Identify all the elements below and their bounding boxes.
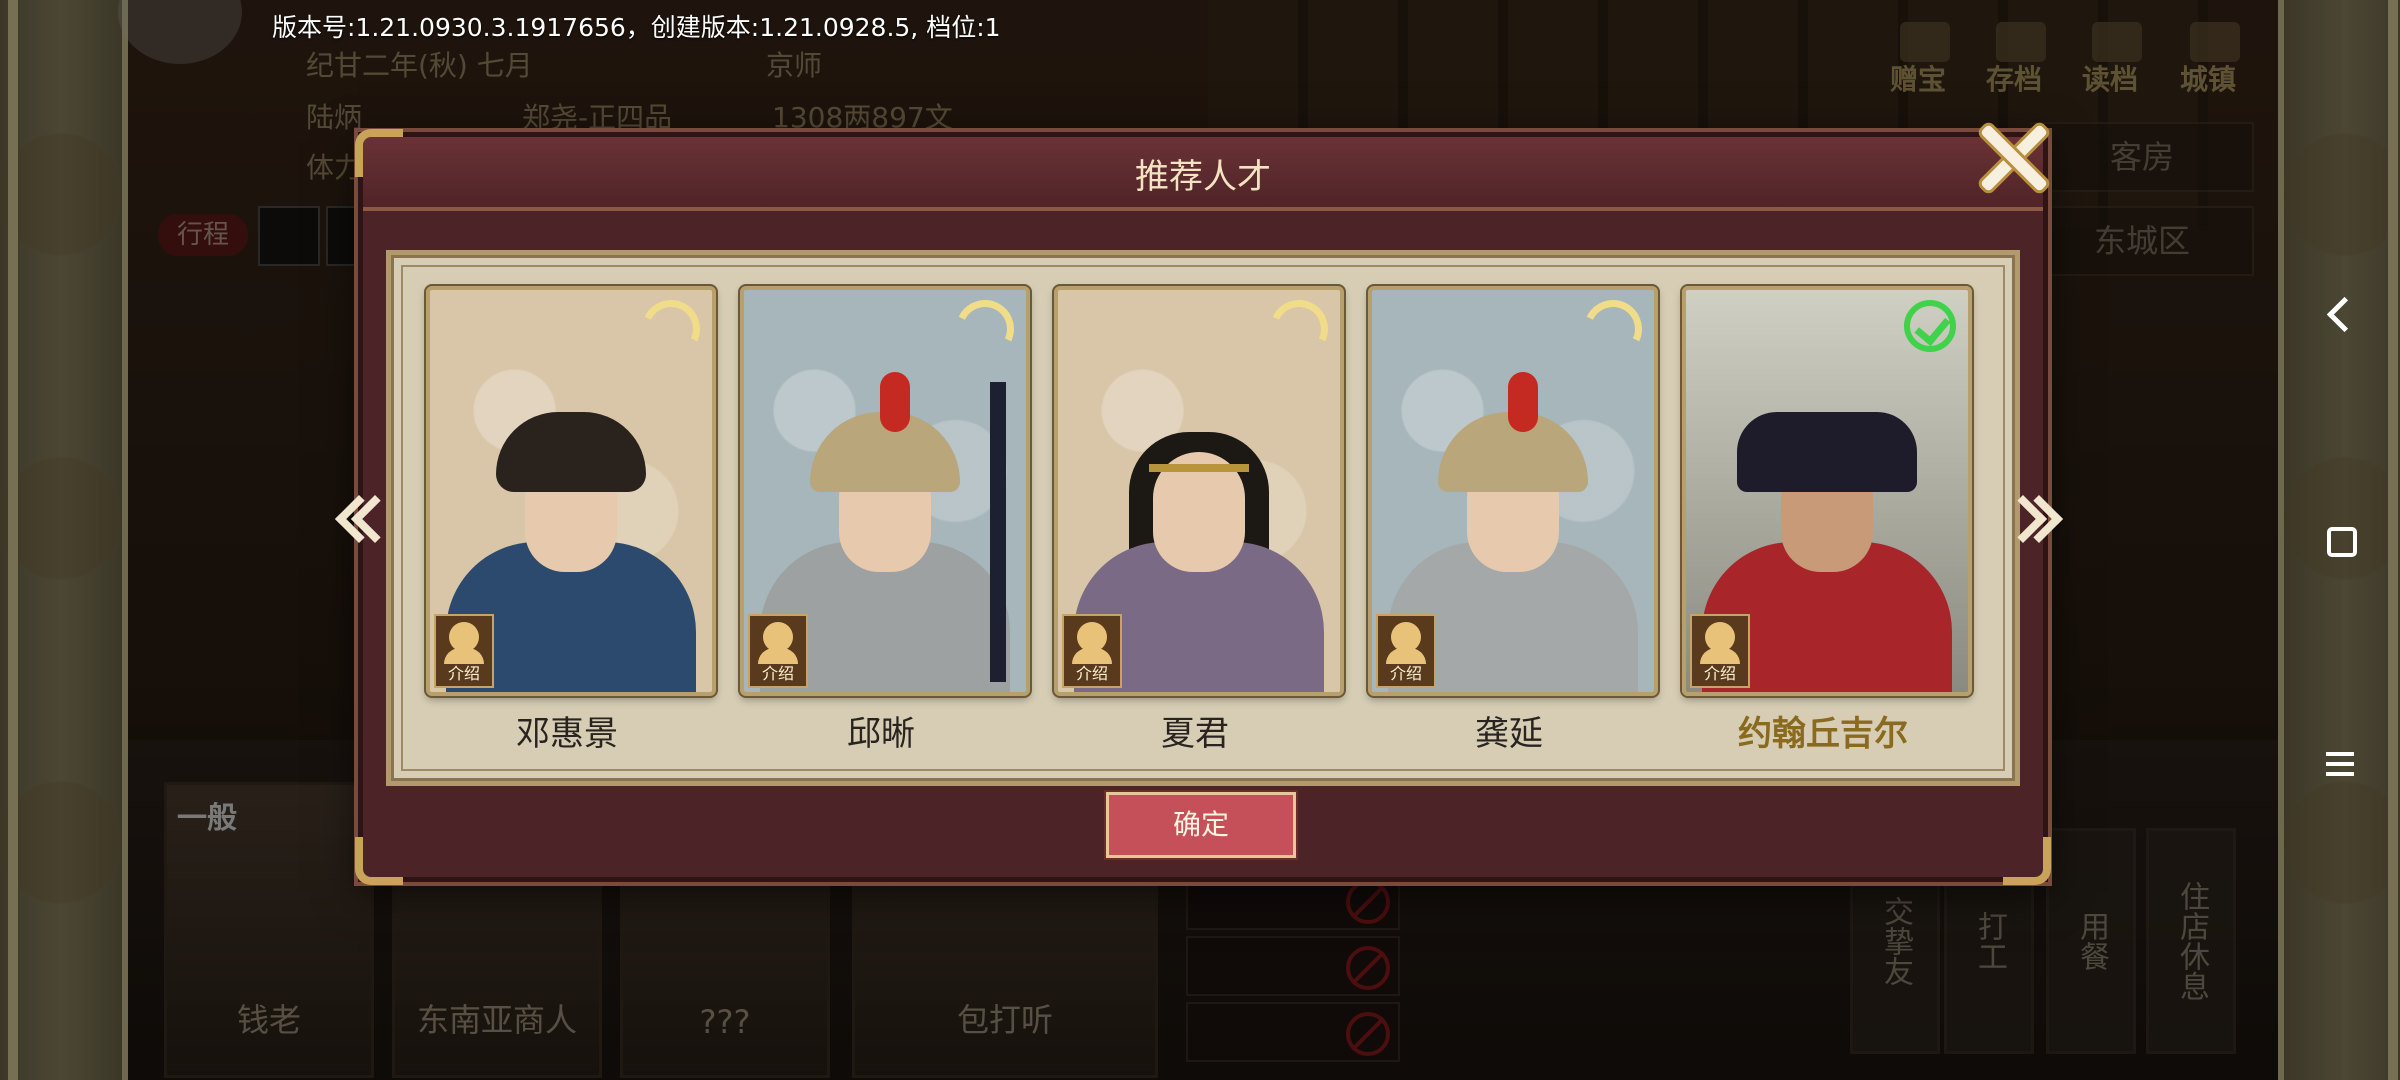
- close-icon[interactable]: [1976, 120, 2052, 196]
- introduce-button[interactable]: 介绍: [1062, 614, 1122, 688]
- dialog-corner-ornament: [355, 837, 403, 885]
- dialog-corner-ornament: [2003, 837, 2051, 885]
- candidate-card[interactable]: 介绍: [1368, 286, 1658, 696]
- back-chevron-icon[interactable]: [2310, 286, 2370, 346]
- candidate-card[interactable]: 介绍: [1054, 286, 1344, 696]
- selected-check-icon: [1904, 300, 1956, 352]
- home-square-icon[interactable]: [2310, 510, 2370, 570]
- dialog-header: 推荐人才: [363, 137, 2043, 211]
- pending-status-icon: [1261, 291, 1337, 367]
- introduce-button[interactable]: 介绍: [748, 614, 808, 688]
- pending-status-icon: [633, 291, 709, 367]
- candidate-card[interactable]: 介绍: [1682, 286, 1972, 696]
- pending-status-icon: [947, 291, 1023, 367]
- dialog-corner-ornament: [355, 129, 403, 177]
- version-info: 版本号:1.21.0930.3.1917656，创建版本:1.21.0928.5…: [272, 13, 1001, 42]
- candidate-name: 龚延: [1475, 714, 1543, 754]
- confirm-button[interactable]: 确定: [1106, 792, 1296, 858]
- introduce-button[interactable]: 介绍: [1376, 614, 1436, 688]
- candidate-name: 邓惠景: [516, 714, 618, 754]
- introduce-button[interactable]: 介绍: [1690, 614, 1750, 688]
- introduce-button[interactable]: 介绍: [434, 614, 494, 688]
- menu-icon[interactable]: [2310, 734, 2370, 794]
- candidate-card[interactable]: 介绍: [426, 286, 716, 696]
- candidate-card[interactable]: 介绍: [740, 286, 1030, 696]
- next-page-arrow-icon[interactable]: [1998, 488, 2064, 544]
- candidate-name-selected: 约翰丘吉尔: [1738, 714, 1908, 754]
- candidate-name: 夏君: [1161, 714, 1229, 754]
- pending-status-icon: [1575, 291, 1651, 367]
- prev-page-arrow-icon[interactable]: [334, 488, 400, 544]
- candidate-name: 邱晰: [847, 714, 915, 754]
- dialog-title: 推荐人才: [1135, 157, 1271, 197]
